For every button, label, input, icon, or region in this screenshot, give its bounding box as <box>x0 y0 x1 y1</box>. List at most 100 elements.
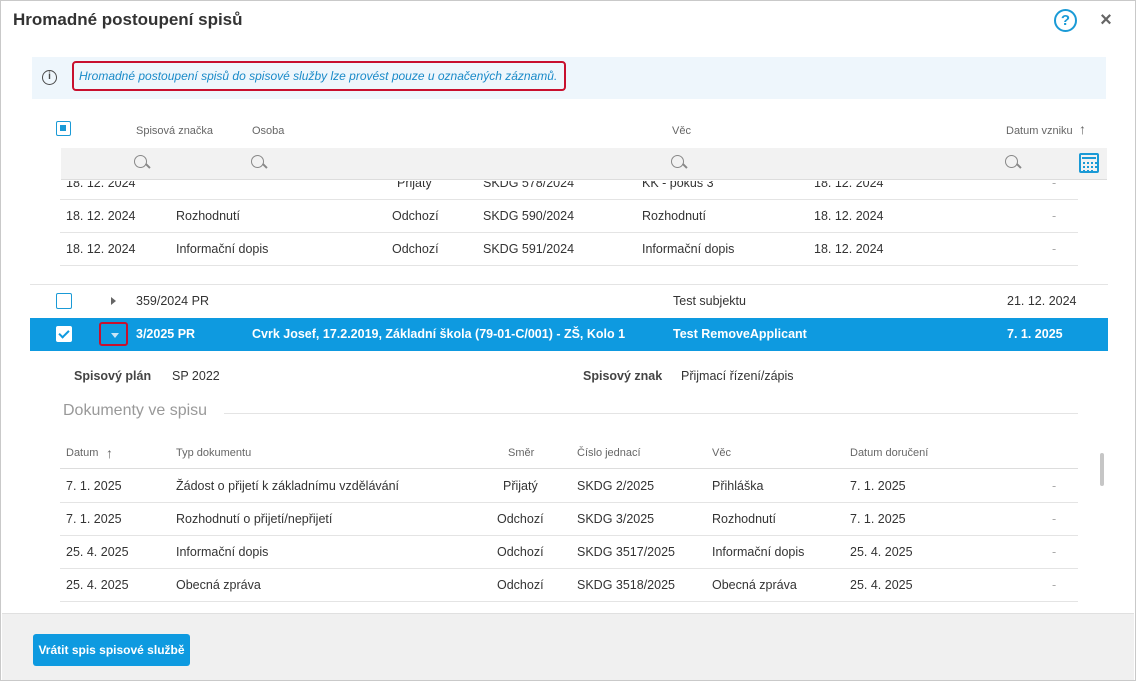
section-title: Dokumenty ve spisu <box>63 402 208 419</box>
document-dash: - <box>1052 242 1057 256</box>
scrollbar-thumb[interactable] <box>1100 453 1104 486</box>
document-row[interactable]: 25. 4. 2025 Obecná zpráva Odchozí SKDG 3… <box>60 569 1078 602</box>
document-direction: Přijatý <box>397 181 432 190</box>
spis-row[interactable]: 359/2024 PR Test subjektu 21. 12. 2024 <box>30 284 1108 317</box>
document-subject: Rozhodnutí <box>712 512 776 526</box>
document-dash: - <box>1052 209 1057 223</box>
spis-datum: 7. 1. 2025 <box>1007 327 1063 341</box>
document-reference: SKDG 2/2025 <box>577 479 655 493</box>
column-header-osoba[interactable]: Osoba <box>252 125 284 137</box>
documents-table-header: Datum ↑ Typ dokumentu Směr Číslo jednací… <box>60 437 1078 469</box>
document-reference: SKDG 590/2024 <box>483 209 575 223</box>
column-header-datum[interactable]: Datum <box>66 437 98 469</box>
info-banner: i Hromadné postoupení spisů do spisové s… <box>32 57 1106 99</box>
spisovy-plan-value: SP 2022 <box>172 369 220 383</box>
document-subject: Obecná zpráva <box>712 578 797 592</box>
spis-datum: 21. 12. 2024 <box>1007 294 1077 308</box>
document-type: Rozhodnutí o přijetí/nepřijetí <box>176 512 333 526</box>
document-direction: Odchozí <box>497 578 544 592</box>
spis-vec: Test subjektu <box>673 294 746 308</box>
document-reference: SKDG 3518/2025 <box>577 578 675 592</box>
document-dash: - <box>1052 181 1057 190</box>
info-icon: i <box>42 70 57 85</box>
spis-znacka: 359/2024 PR <box>136 294 209 308</box>
column-header-cislo[interactable]: Číslo jednací <box>577 437 641 469</box>
document-delivery-date: 18. 12. 2024 <box>814 181 884 190</box>
document-date: 18. 12. 2024 <box>66 209 136 223</box>
spisovy-plan-label: Spisový plán <box>74 369 152 383</box>
document-reference: SKDG 578/2024 <box>483 181 575 190</box>
document-date: 25. 4. 2025 <box>66 578 129 592</box>
document-direction: Přijatý <box>503 479 538 493</box>
document-row[interactable]: 7. 1. 2025 Rozhodnutí o přijetí/nepřijet… <box>60 503 1078 536</box>
column-header-doruceni[interactable]: Datum doručení <box>850 437 928 469</box>
document-date: 7. 1. 2025 <box>66 479 122 493</box>
expand-toggle[interactable] <box>99 322 128 346</box>
spis-znacka: 3/2025 PR <box>136 327 196 341</box>
info-message: Hromadné postoupení spisů do spisové slu… <box>72 61 566 91</box>
section-divider <box>224 413 1078 414</box>
document-reference: SKDG 591/2024 <box>483 242 575 256</box>
document-row[interactable]: 25. 4. 2025 Informační dopis Odchozí SKD… <box>60 536 1078 569</box>
spis-row-selected[interactable]: 3/2025 PR Cvrk Josef, 17.2.2019, Základn… <box>30 318 1108 351</box>
document-type: Informační dopis <box>176 242 269 256</box>
document-date: 18. 12. 2024 <box>66 181 136 190</box>
column-header-typ[interactable]: Typ dokumentu <box>176 437 251 469</box>
document-direction: Odchozí <box>497 512 544 526</box>
document-subject: Informační dopis <box>712 545 805 559</box>
return-to-spisova-sluzba-button[interactable]: Vrátit spis spisové službě <box>33 634 190 666</box>
document-dash: - <box>1052 545 1057 559</box>
sort-ascending-icon[interactable]: ↑ <box>1079 121 1086 137</box>
column-header-datum-vzniku[interactable]: Datum vzniku <box>1006 125 1073 137</box>
table-header: Spisová značka Osoba Věc Datum vzniku ↑ <box>2 111 1134 181</box>
row-checkbox[interactable] <box>56 293 72 309</box>
caret-right-icon[interactable] <box>111 297 116 305</box>
bulk-transfer-dialog: Hromadné postoupení spisů ? × i Hromadné… <box>0 0 1136 681</box>
document-row[interactable]: 18. 12. 2024 Přijatý SKDG 578/2024 KK - … <box>60 181 1078 200</box>
help-icon[interactable]: ? <box>1054 9 1077 32</box>
spis-vec: Test RemoveApplicant <box>673 327 807 341</box>
document-delivery-date: 25. 4. 2025 <box>850 578 913 592</box>
document-direction: Odchozí <box>497 545 544 559</box>
document-type: Informační dopis <box>176 545 269 559</box>
select-all-checkbox[interactable] <box>56 121 71 136</box>
document-date: 25. 4. 2025 <box>66 545 129 559</box>
dialog-title: Hromadné postoupení spisů <box>13 10 243 29</box>
close-icon[interactable]: × <box>1096 8 1116 32</box>
document-reference: SKDG 3/2025 <box>577 512 655 526</box>
document-type: Žádost o přijetí k základnímu vzdělávání <box>176 479 400 493</box>
records-list[interactable]: 18. 12. 2024 Přijatý SKDG 578/2024 KK - … <box>2 181 1134 613</box>
column-header-spisova-znacka[interactable]: Spisová značka <box>136 125 213 137</box>
search-icon[interactable] <box>251 155 267 173</box>
document-dash: - <box>1052 578 1057 592</box>
spisovy-znak-value: Přijmací řízení/zápis <box>681 369 794 383</box>
row-checkbox-checked[interactable] <box>56 326 72 342</box>
dialog-footer: Vrátit spis spisové službě <box>2 613 1134 680</box>
spis-osoba: Cvrk Josef, 17.2.2019, Základní škola (7… <box>252 327 626 341</box>
document-subject: KK - pokus 3 <box>642 181 714 190</box>
document-reference: SKDG 3517/2025 <box>577 545 675 559</box>
document-delivery-date: 18. 12. 2024 <box>814 242 884 256</box>
document-delivery-date: 7. 1. 2025 <box>850 479 906 493</box>
document-direction: Odchozí <box>392 242 439 256</box>
column-header-vec[interactable]: Věc <box>712 437 731 469</box>
caret-down-icon <box>111 333 119 338</box>
document-type: Obecná zpráva <box>176 578 261 592</box>
sort-ascending-icon[interactable]: ↑ <box>106 437 113 469</box>
column-header-smer[interactable]: Směr <box>508 437 534 469</box>
document-row[interactable]: 18. 12. 2024 Rozhodnutí Odchozí SKDG 590… <box>60 200 1078 233</box>
search-icon[interactable] <box>671 155 687 173</box>
calendar-icon[interactable] <box>1079 153 1099 173</box>
filter-row <box>61 148 1107 180</box>
document-subject: Rozhodnutí <box>642 209 706 223</box>
column-header-vec[interactable]: Věc <box>672 125 691 137</box>
document-row[interactable]: 7. 1. 2025 Žádost o přijetí k základnímu… <box>60 470 1078 503</box>
document-delivery-date: 25. 4. 2025 <box>850 545 913 559</box>
spisovy-znak-label: Spisový znak <box>583 369 663 383</box>
search-icon[interactable] <box>1005 155 1021 173</box>
help-glyph: ? <box>1060 12 1071 29</box>
document-row[interactable]: 18. 12. 2024 Informační dopis Odchozí SK… <box>60 233 1078 266</box>
document-type: Rozhodnutí <box>176 209 240 223</box>
search-icon[interactable] <box>134 155 150 173</box>
document-delivery-date: 18. 12. 2024 <box>814 209 884 223</box>
